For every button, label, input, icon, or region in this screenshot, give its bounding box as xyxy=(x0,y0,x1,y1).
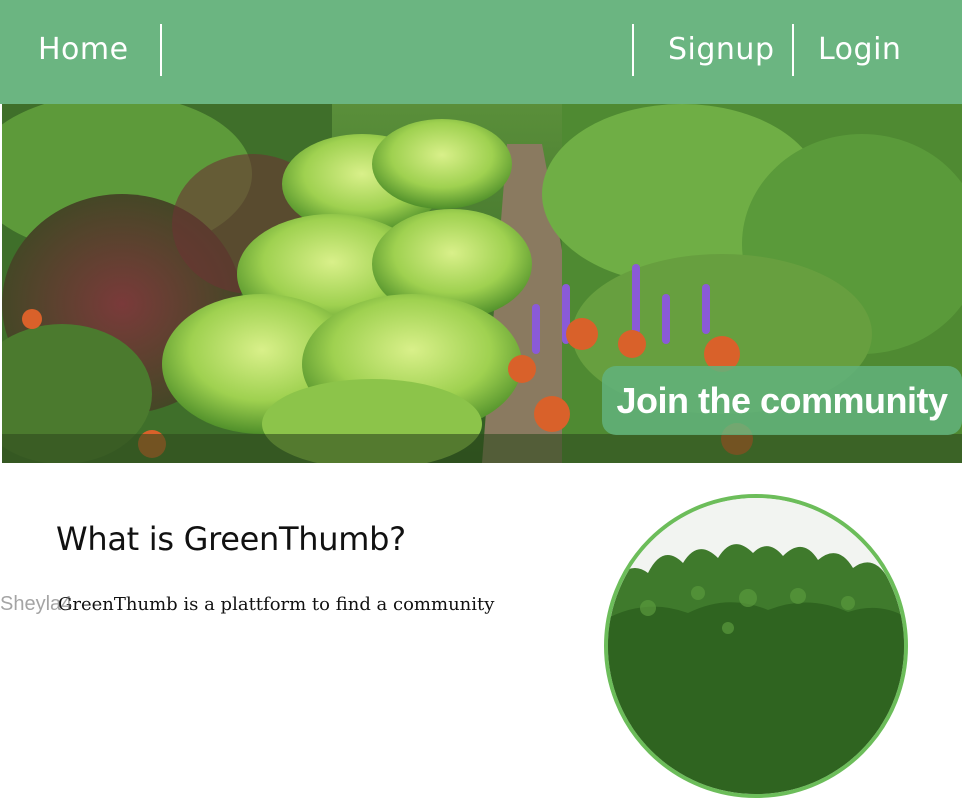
hedge-circle-image xyxy=(604,494,908,798)
section-title: What is GreenThumb? xyxy=(56,520,406,558)
nav-signup-link[interactable]: Signup xyxy=(668,30,775,70)
nav-home-link[interactable]: Home xyxy=(38,30,129,70)
nav-divider xyxy=(792,24,794,76)
top-navbar: Home Signup Login xyxy=(0,0,962,104)
nav-login-link[interactable]: Login xyxy=(818,30,901,70)
nav-divider xyxy=(632,24,634,76)
join-community-button[interactable]: Join the community xyxy=(602,366,962,435)
nav-divider xyxy=(160,24,162,76)
section-description: GreenThumb is a plattform to find a comm… xyxy=(58,594,495,615)
watermark-text: Sheyla4 xyxy=(0,593,73,615)
